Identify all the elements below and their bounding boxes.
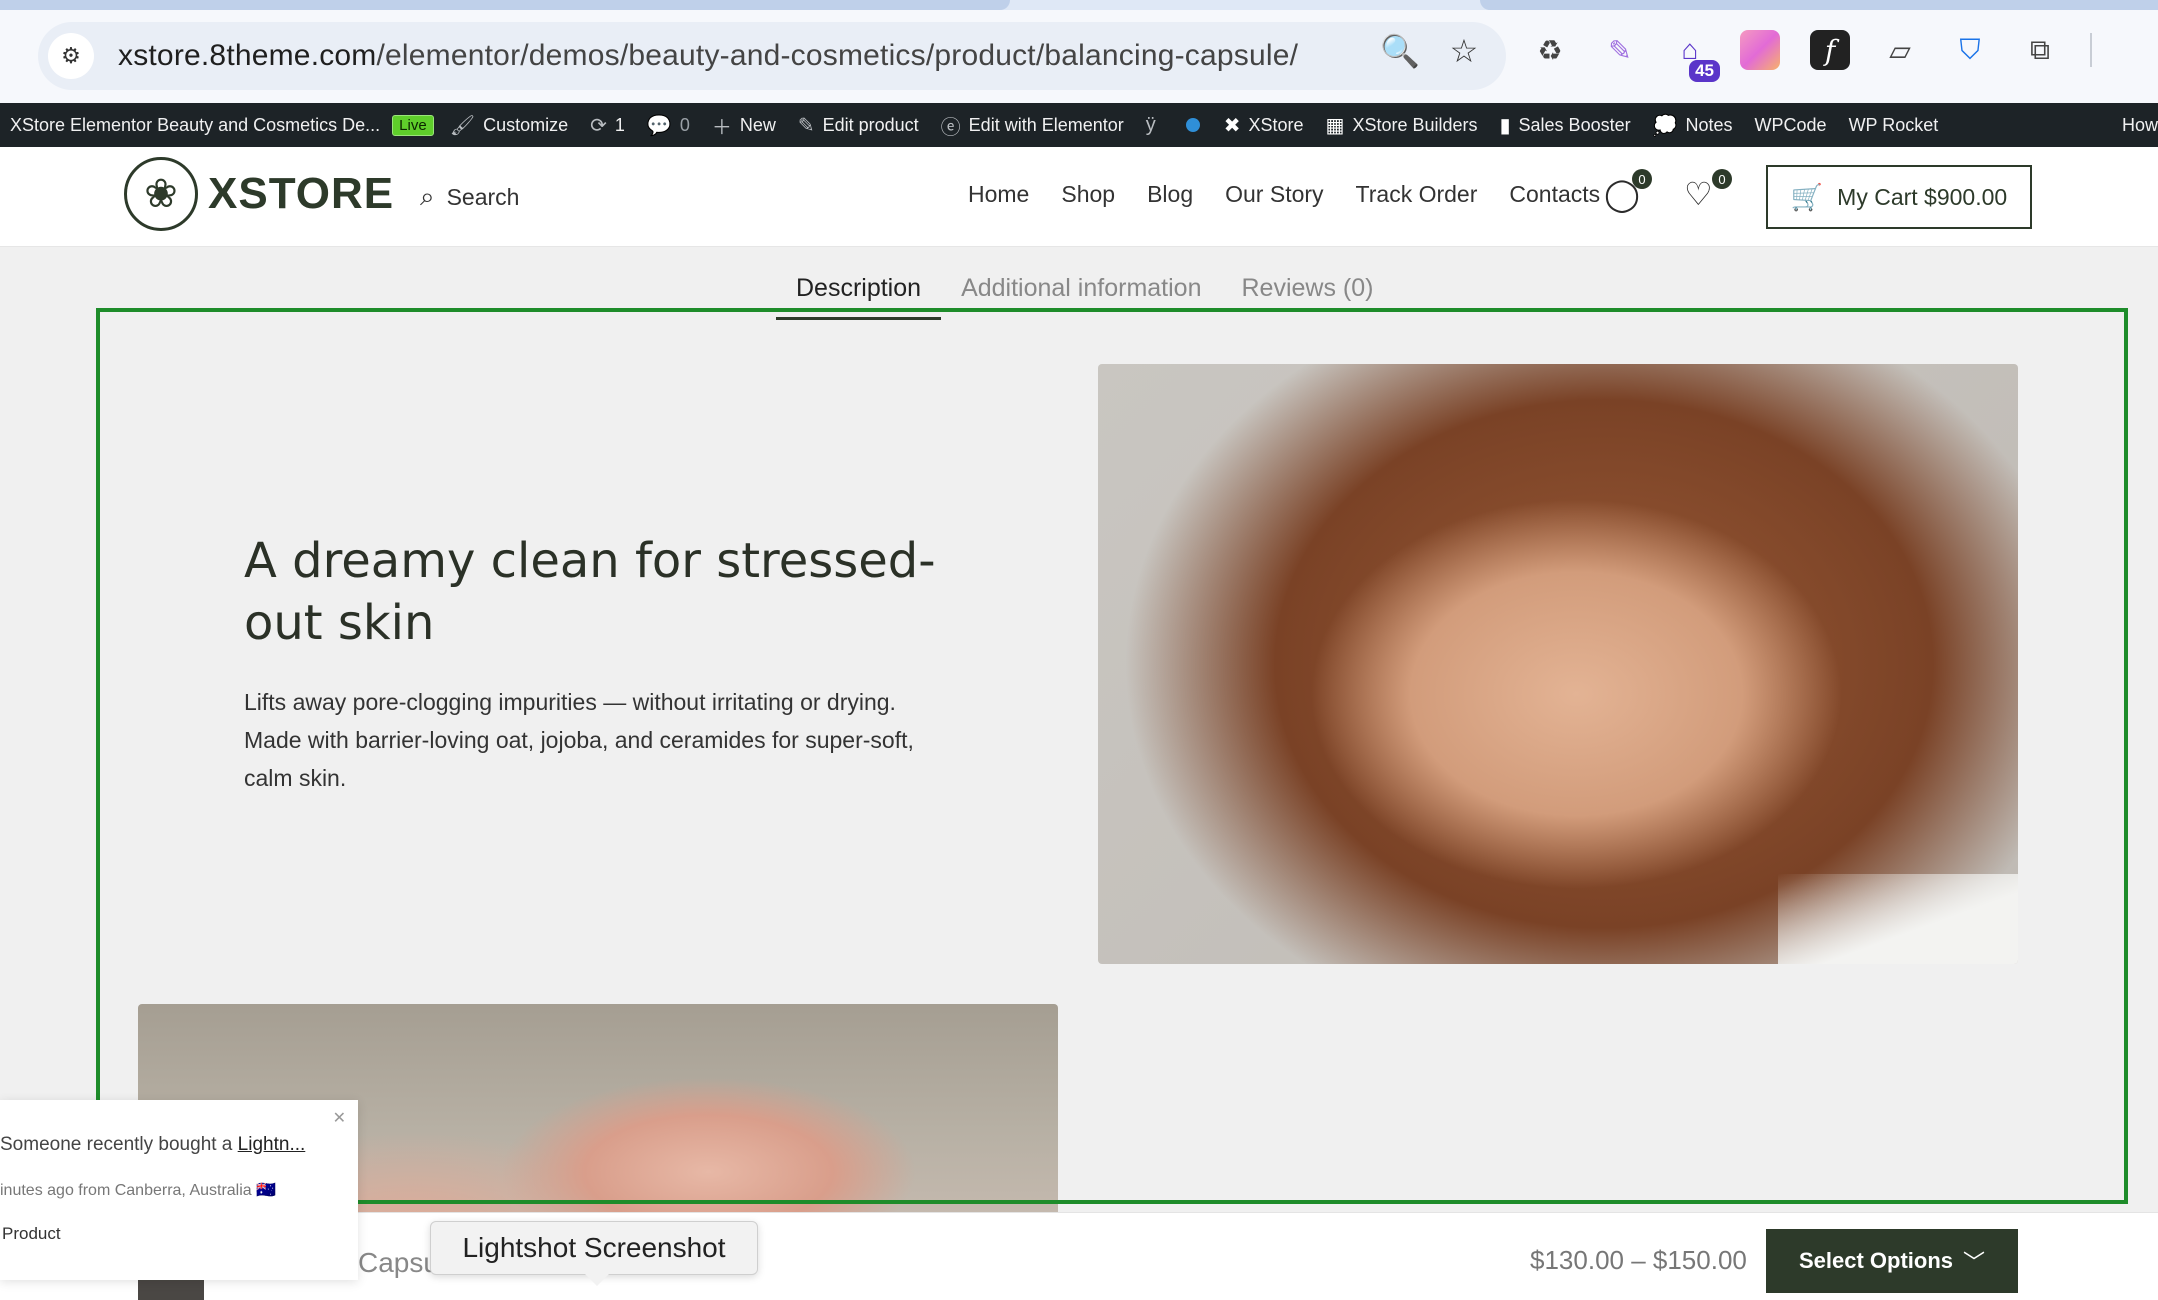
browser-tab[interactable] — [1480, 0, 2158, 10]
admin-howdy[interactable]: How — [2122, 103, 2158, 147]
select-options-label: Select Options — [1798, 1248, 1954, 1273]
nav-home[interactable]: Home — [968, 181, 1029, 208]
popup-message: Someone recently bought a Lightn... — [0, 1134, 306, 1155]
zoom-icon[interactable]: 🔍 — [1380, 32, 1420, 70]
sticky-product-thumbnail — [138, 1277, 204, 1300]
main-nav: Home Shop Blog Our Story Track Order Con… — [968, 181, 1600, 208]
sales-notification-popup: ✕ Someone recently bought a Lightn... in… — [0, 1100, 358, 1280]
plus-icon: ＋ — [711, 116, 732, 139]
live-badge: Live — [392, 114, 434, 136]
toolbar-divider — [2090, 33, 2092, 67]
pencil-icon: ✎ — [797, 114, 815, 137]
admin-comments[interactable]: 💬 0 — [647, 113, 690, 138]
grid-icon: ▦ — [1325, 114, 1345, 137]
lotus-logo-icon: ❀ — [124, 157, 198, 231]
nav-our-story[interactable]: Our Story — [1225, 181, 1323, 208]
comment-icon: 💬 — [646, 114, 672, 137]
house-extension-icon[interactable]: ⌂ 45 — [1670, 30, 1720, 82]
seo-status-dot — [1185, 118, 1200, 132]
heart-icon: ♡ — [1684, 176, 1713, 212]
wishlist-count: 0 — [1712, 169, 1732, 189]
admin-updates[interactable]: ⟳ 1 — [590, 113, 625, 138]
select-options-button[interactable]: Select Options ﹀ — [1766, 1229, 2018, 1293]
admin-wpcode[interactable]: WPCode — [1755, 115, 1827, 136]
wishlist-button[interactable]: ♡ 0 — [1684, 169, 1732, 215]
bookmark-star-icon[interactable]: ☆ — [1446, 32, 1482, 70]
model-portrait-image — [1098, 364, 2018, 964]
url-text[interactable]: xstore.8theme.com/elementor/demos/beauty… — [118, 39, 1298, 73]
wp-admin-bar: XStore Elementor Beauty and Cosmetics De… — [0, 103, 2158, 147]
close-icon[interactable]: ✕ — [333, 1108, 346, 1128]
header-search[interactable]: ⌕ Search — [420, 181, 519, 213]
site-settings-icon[interactable]: ⚙ — [48, 33, 94, 79]
admin-notes[interactable]: 💭 Notes — [1653, 113, 1733, 138]
shield-extension-icon[interactable]: ⛉ — [1950, 30, 1990, 70]
cart-icon: 🛒 — [1790, 181, 1824, 212]
font-extension-icon[interactable]: f — [1810, 30, 1850, 70]
site-header: ❀ XSTORE ⌕ Search Home Shop Blog Our Sto… — [0, 147, 2158, 247]
brush-icon: 🖌 — [449, 114, 476, 137]
cart-label: My Cart $900.00 — [1837, 183, 2008, 210]
elementor-icon: ⓔ — [940, 116, 961, 139]
sticky-product-name: Capsu — [358, 1247, 439, 1278]
cart-button[interactable]: 🛒 My Cart $900.00 — [1766, 165, 2032, 229]
search-label: Search — [446, 183, 520, 210]
gradient-extension-icon[interactable] — [1740, 30, 1780, 70]
recycle-extension-icon[interactable]: ♻ — [1530, 30, 1570, 70]
refresh-icon: ⟳ — [590, 114, 607, 137]
admin-edit-elementor[interactable]: ⓔ Edit with Elementor — [941, 111, 1124, 140]
ruler-extension-icon[interactable]: ▱ — [1880, 30, 1920, 70]
notes-icon: 💭 — [1652, 114, 1678, 137]
bar-chart-icon: ▮ — [1499, 114, 1511, 137]
nav-contacts[interactable]: Contacts — [1509, 181, 1600, 208]
xstore-icon: ✖ — [1223, 114, 1241, 137]
chevron-down-icon: ﹀ — [1963, 1250, 1986, 1275]
admin-sales-booster[interactable]: ▮ Sales Booster — [1500, 113, 1631, 138]
extensions-bar: ♻ ✎ ⌂ 45 f ▱ ⛉ ⧉ — [1530, 30, 2092, 82]
yoast-icon[interactable]: ÿ — [1146, 114, 1164, 137]
admin-new[interactable]: ＋ New — [712, 111, 776, 140]
tab-reviews[interactable]: Reviews (0) — [1221, 266, 1393, 320]
url-domain: xstore.8theme.com — [118, 39, 377, 72]
admin-wp-rocket[interactable]: WP Rocket — [1849, 115, 1939, 136]
compare-count: 0 — [1632, 169, 1652, 189]
lightshot-tooltip: Lightshot Screenshot — [430, 1221, 758, 1286]
sticky-price: $130.00 – $150.00 — [1530, 1245, 1747, 1275]
admin-customize[interactable]: 🖌 Customize — [450, 113, 568, 138]
feather-extension-icon[interactable]: ✎ — [1600, 30, 1640, 70]
popup-location: inutes ago from Canberra, Australia 🇦🇺 — [0, 1182, 277, 1199]
admin-edit-product[interactable]: ✎ Edit product — [798, 113, 919, 138]
description-headline: A dreamy clean for stressed-out skin — [244, 533, 936, 651]
browser-tab[interactable] — [0, 0, 1010, 10]
url-path: /elementor/demos/beauty-and-cosmetics/pr… — [376, 39, 1299, 72]
url-actions: 🔍 ☆ — [1380, 32, 1482, 70]
admin-xstore-builders[interactable]: ▦ XStore Builders — [1326, 113, 1478, 138]
product-tabs: Description Additional information Revie… — [776, 266, 1393, 320]
tab-strip — [0, 0, 2158, 10]
nav-track-order[interactable]: Track Order — [1356, 181, 1478, 208]
description-text: Lifts away pore-clogging impurities — wi… — [244, 689, 914, 791]
tab-additional-information[interactable]: Additional information — [941, 266, 1221, 320]
popup-product-label: Product — [2, 1224, 61, 1243]
compare-button[interactable]: ◯ 0 — [1604, 169, 1652, 215]
nav-blog[interactable]: Blog — [1147, 181, 1193, 208]
puzzle-extensions-icon[interactable]: ⧉ — [2020, 30, 2060, 70]
browser-chrome: ⚙ xstore.8theme.com/elementor/demos/beau… — [0, 0, 2158, 103]
admin-xstore[interactable]: ✖ XStore — [1224, 113, 1304, 138]
shirt-detail — [1778, 874, 2018, 964]
search-icon: ⌕ — [420, 181, 435, 211]
logo-text: XSTORE — [208, 169, 395, 218]
nav-shop[interactable]: Shop — [1061, 181, 1115, 208]
popup-product-link[interactable]: Lightn... — [238, 1134, 306, 1155]
site-logo[interactable]: ❀ XSTORE — [124, 157, 394, 231]
extension-badge: 45 — [1689, 60, 1720, 82]
tab-description[interactable]: Description — [776, 266, 942, 320]
admin-site-name[interactable]: XStore Elementor Beauty and Cosmetics De… — [10, 115, 380, 136]
address-bar[interactable]: ⚙ xstore.8theme.com/elementor/demos/beau… — [38, 22, 1506, 90]
